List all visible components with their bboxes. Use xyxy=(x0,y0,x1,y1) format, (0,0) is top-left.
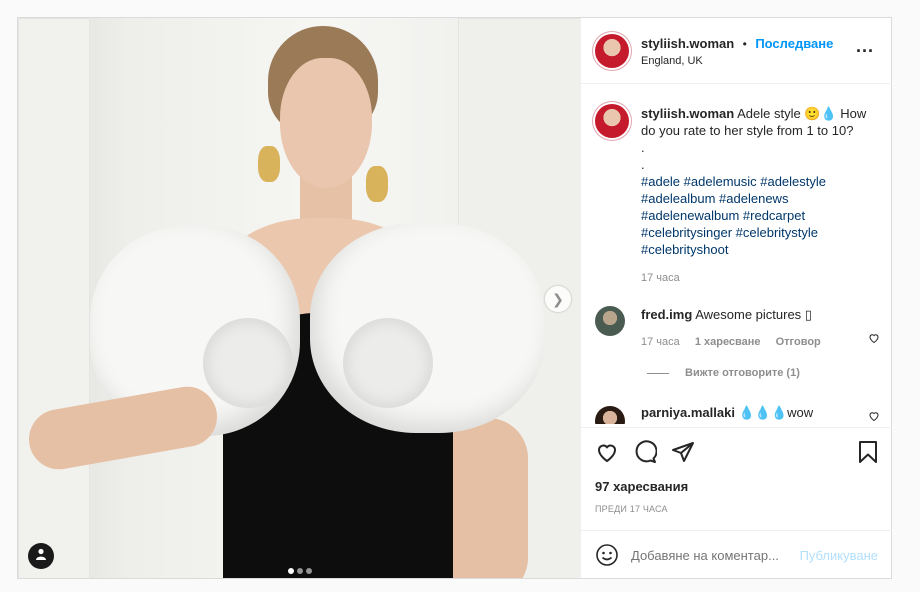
header-separator: • xyxy=(742,37,747,51)
post-card: ❯ styliish.woman • Последване England, U… xyxy=(17,17,892,579)
caption-hashtags[interactable]: #adelealbum #adelenews xyxy=(641,190,881,207)
carousel-dot xyxy=(288,568,294,574)
post-sidebar: styliish.woman • Последване England, UK … xyxy=(580,18,892,578)
comment-text: Awesome pictures ▯ xyxy=(695,307,812,322)
header-location[interactable]: England, UK xyxy=(641,55,703,67)
more-options-button[interactable]: ... xyxy=(856,36,874,57)
bookmark-glyph xyxy=(859,441,877,463)
comment-likes[interactable]: 1 харесване xyxy=(695,336,761,348)
view-replies-button[interactable]: Вижте отговорите (1) xyxy=(647,367,800,379)
chevron-right-icon[interactable]: ❯ xyxy=(545,286,571,312)
comment-username[interactable]: fred.img xyxy=(641,307,692,322)
caption-time[interactable]: 17 часа xyxy=(641,270,881,287)
divider xyxy=(647,372,669,374)
caption-hashtags[interactable]: #celebritysinger #celebritystyle xyxy=(641,224,881,241)
carousel-dot xyxy=(306,568,312,574)
emoji-glyph xyxy=(596,544,618,566)
publish-button[interactable]: Публикуване xyxy=(800,548,878,563)
heart-icon[interactable] xyxy=(868,332,880,344)
post-header: styliish.woman • Последване England, UK … xyxy=(581,18,892,84)
comment-time[interactable]: 17 часа xyxy=(641,336,680,348)
carousel-dot xyxy=(297,568,303,574)
heart-glyph xyxy=(869,334,879,344)
bookmark-icon[interactable] xyxy=(857,440,879,469)
follow-button[interactable]: Последване xyxy=(755,36,833,51)
comment: parniya.mallaki 💧💧💧wow xyxy=(641,404,871,421)
add-comment-bar: Публикуване xyxy=(581,530,892,579)
avatar[interactable] xyxy=(595,104,629,138)
view-replies-label[interactable]: Вижте отговорите (1) xyxy=(685,367,800,379)
caption-hashtags[interactable]: #adele #adelemusic #adelestyle xyxy=(641,173,881,190)
comment-icon[interactable] xyxy=(633,440,658,469)
action-bar: 97 харесвания ПРЕДИ 17 ЧАСА xyxy=(581,427,892,531)
caption-hashtags[interactable]: #adelenewalbum #redcarpet xyxy=(641,207,881,224)
carousel-dots xyxy=(288,561,315,578)
comment-username[interactable]: parniya.mallaki xyxy=(641,405,735,420)
caption-username[interactable]: styliish.woman xyxy=(641,106,734,121)
user-icon[interactable] xyxy=(28,543,54,569)
avatar[interactable] xyxy=(595,34,629,68)
comment: fred.img Awesome pictures ▯ xyxy=(641,306,871,323)
comment-input[interactable] xyxy=(631,545,791,565)
reply-button[interactable]: Отговор xyxy=(776,336,821,348)
header-title-row: styliish.woman • Последване xyxy=(641,35,833,53)
comments-panel[interactable]: styliish.woman Adele style 🙂💧 How do you… xyxy=(581,84,892,424)
avatar[interactable] xyxy=(595,306,625,336)
caption-dot: . xyxy=(641,140,645,155)
post-timestamp[interactable]: ПРЕДИ 17 ЧАСА xyxy=(595,504,668,514)
photo-rose xyxy=(343,318,433,408)
photo-rose xyxy=(203,318,293,408)
user-glyph xyxy=(36,548,46,560)
heart-icon[interactable] xyxy=(868,410,880,422)
emoji-icon[interactable] xyxy=(595,543,619,572)
avatar[interactable] xyxy=(595,406,625,424)
photo-earring xyxy=(258,146,280,182)
comment-glyph xyxy=(635,440,658,463)
send-glyph xyxy=(672,442,694,462)
heart-glyph xyxy=(869,412,879,422)
photo-sleeve xyxy=(310,223,545,433)
send-icon[interactable] xyxy=(671,440,695,469)
photo-earring xyxy=(366,166,388,202)
background-panel xyxy=(18,18,90,578)
caption-dot: . xyxy=(641,157,645,172)
comment-meta: 17 часа 1 харесване Отговор xyxy=(641,336,821,348)
photo-face xyxy=(280,58,372,188)
caption-hashtags[interactable]: #celebrityshoot xyxy=(641,241,881,258)
caption: styliish.woman Adele style 🙂💧 How do you… xyxy=(641,105,881,287)
comment-text: 💧💧💧wow xyxy=(738,405,814,420)
header-username[interactable]: styliish.woman xyxy=(641,36,734,51)
heart-icon[interactable] xyxy=(595,440,619,469)
post-media[interactable]: ❯ xyxy=(18,18,580,578)
heart-glyph xyxy=(597,444,617,463)
likes-count[interactable]: 97 харесвания xyxy=(595,479,688,494)
